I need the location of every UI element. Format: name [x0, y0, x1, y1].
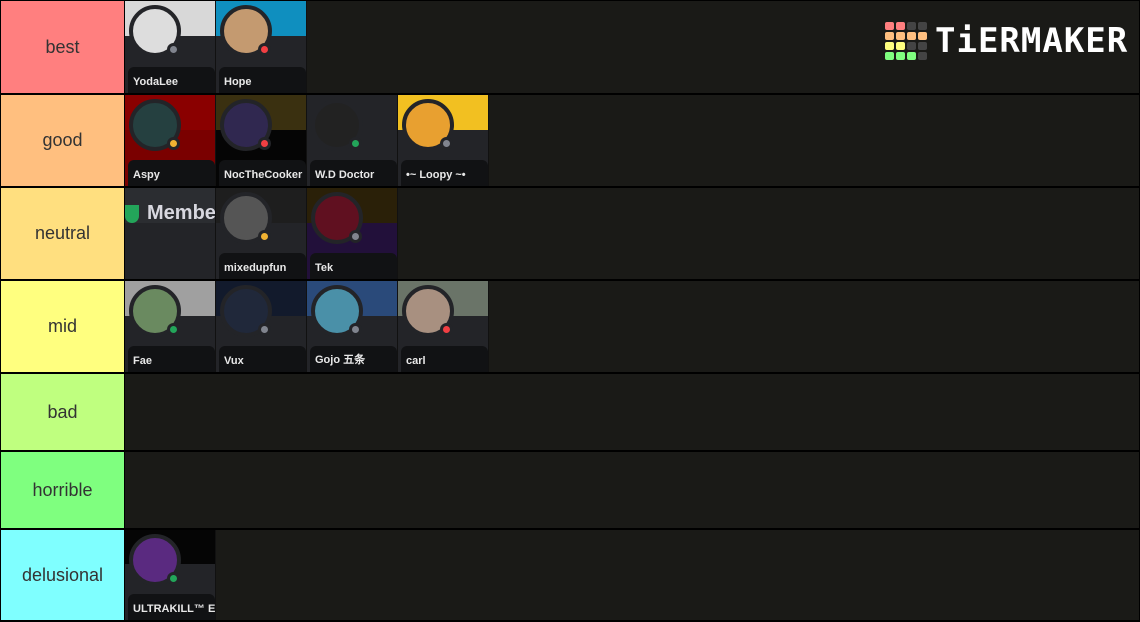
username: Hope	[224, 76, 252, 88]
username: carl	[406, 355, 426, 367]
tier-item[interactable]: Vux	[216, 281, 307, 372]
tier-item[interactable]: W.D Doctor	[307, 95, 398, 186]
status-online-icon	[349, 137, 362, 150]
member-heading: Member	[125, 202, 216, 225]
tier-label[interactable]: neutral	[1, 188, 125, 279]
username: Gojo 五条	[315, 354, 366, 366]
status-offline-icon	[349, 323, 362, 336]
tier-item[interactable]: Tek	[307, 188, 398, 279]
status-dnd-icon	[440, 323, 453, 336]
tier-row-mid: mid Fae Vux Gojo 五条 carl	[1, 281, 1140, 374]
tier-label[interactable]: bad	[1, 374, 125, 450]
username: mixedupfun	[224, 262, 287, 274]
username: ULTRAKILL™ Enthu	[133, 603, 216, 615]
tier-item[interactable]: Aspy	[125, 95, 216, 186]
status-online-icon	[167, 323, 180, 336]
status-online-icon	[167, 572, 180, 585]
tier-label[interactable]: best	[1, 1, 125, 93]
tier-items: Aspy NocTheCooker W.D Doctor •~ Loopy ~•	[125, 95, 489, 186]
tier-item[interactable]: Hope	[216, 1, 307, 93]
tier-row-good: good Aspy NocTheCooker W.D Doctor •~ Loopy ~…	[1, 95, 1140, 188]
tier-item[interactable]: mixedupfun	[216, 188, 307, 279]
status-offline-icon	[349, 230, 362, 243]
status-idle-icon	[167, 137, 180, 150]
username: Vux	[224, 355, 244, 367]
tier-row-best: best YodaLee Hope	[1, 1, 1140, 95]
status-offline-icon	[167, 43, 180, 56]
tier-row-horrible: horrible	[1, 452, 1140, 530]
tier-item[interactable]: ULTRAKILL™ Enthu	[125, 530, 216, 620]
member-label: Member	[147, 202, 216, 224]
status-idle-icon	[258, 230, 271, 243]
shield-icon	[125, 204, 139, 223]
tier-items: ULTRAKILL™ Enthu	[125, 530, 216, 620]
tier-item[interactable]: NocTheCooker	[216, 95, 307, 186]
tier-row-bad: bad	[1, 374, 1140, 452]
tier-item[interactable]: Fae	[125, 281, 216, 372]
tier-row-neutral: neutral Member mixedupfun Tek	[1, 188, 1140, 281]
username: NocTheCooker	[224, 169, 303, 181]
tier-board: TiERMAKER best YodaLee Hope good Aspy NocTheC…	[0, 0, 1140, 622]
tier-label[interactable]: mid	[1, 281, 125, 372]
username: Tek	[315, 262, 334, 274]
tier-items: Member mixedupfun Tek	[125, 188, 398, 279]
username: YodaLee	[133, 76, 179, 88]
tier-label[interactable]: delusional	[1, 530, 125, 620]
tier-item[interactable]: Member	[125, 188, 216, 279]
tier-item[interactable]: Gojo 五条	[307, 281, 398, 372]
tier-label[interactable]: good	[1, 95, 125, 186]
username: W.D Doctor	[315, 169, 375, 181]
tier-label[interactable]: horrible	[1, 452, 125, 528]
status-offline-icon	[258, 323, 271, 336]
tier-item[interactable]: carl	[398, 281, 489, 372]
tier-item[interactable]: YodaLee	[125, 1, 216, 93]
status-offline-icon	[440, 137, 453, 150]
username: Aspy	[133, 169, 160, 181]
tier-items: YodaLee Hope	[125, 1, 307, 93]
status-dnd-icon	[258, 43, 271, 56]
tier-row-delusional: delusional ULTRAKILL™ Enthu	[1, 530, 1140, 622]
username: Fae	[133, 355, 152, 367]
tier-item[interactable]: •~ Loopy ~•	[398, 95, 489, 186]
status-dnd-icon	[258, 137, 271, 150]
username: •~ Loopy ~•	[406, 169, 466, 181]
tier-items: Fae Vux Gojo 五条 carl	[125, 281, 489, 372]
